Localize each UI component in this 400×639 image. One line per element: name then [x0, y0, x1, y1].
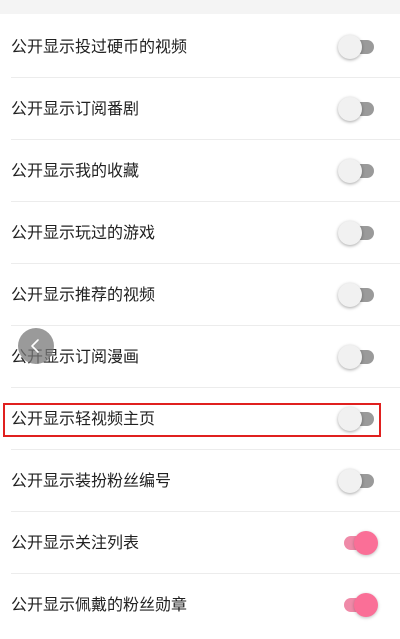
floating-back-button[interactable] [18, 328, 54, 364]
toggle-switch[interactable] [338, 95, 378, 123]
setting-row-fan-number[interactable]: 公开显示装扮粉丝编号 [0, 450, 400, 512]
chevron-left-icon [31, 339, 39, 353]
toggle-switch[interactable] [338, 467, 378, 495]
toggle-thumb [354, 593, 378, 617]
toggle-thumb [338, 283, 362, 307]
setting-label: 公开显示订阅番剧 [11, 99, 140, 118]
toggle-switch[interactable] [338, 343, 378, 371]
toggle-switch[interactable] [338, 529, 378, 557]
setting-label: 公开显示轻视频主页 [11, 409, 156, 428]
toggle-thumb [338, 345, 362, 369]
toggle-thumb [338, 407, 362, 431]
setting-row-fan-medal[interactable]: 公开显示佩戴的粉丝勋章 [0, 574, 400, 636]
toggle-switch[interactable] [338, 219, 378, 247]
toggle-thumb [338, 159, 362, 183]
toggle-thumb [338, 35, 362, 59]
toggle-switch[interactable] [338, 591, 378, 619]
setting-label: 公开显示装扮粉丝编号 [11, 471, 172, 490]
privacy-settings-page: 公开显示投过硬币的视频 公开显示订阅番剧 公开显示我的收藏 公开显示玩过的游戏 … [0, 0, 400, 639]
setting-row-manga[interactable]: 公开显示订阅漫画 [0, 326, 400, 388]
setting-label: 公开显示佩戴的粉丝勋章 [11, 595, 188, 614]
settings-card: 公开显示投过硬币的视频 公开显示订阅番剧 公开显示我的收藏 公开显示玩过的游戏 … [0, 14, 400, 639]
setting-label: 公开显示关注列表 [11, 533, 140, 552]
setting-row-games[interactable]: 公开显示玩过的游戏 [0, 202, 400, 264]
toggle-switch[interactable] [338, 281, 378, 309]
setting-row-favorites[interactable]: 公开显示我的收藏 [0, 140, 400, 202]
setting-row-bangumi[interactable]: 公开显示订阅番剧 [0, 78, 400, 140]
setting-label: 公开显示推荐的视频 [11, 285, 156, 304]
setting-row-recommended[interactable]: 公开显示推荐的视频 [0, 264, 400, 326]
toggle-switch[interactable] [338, 405, 378, 433]
setting-label: 公开显示玩过的游戏 [11, 223, 156, 242]
setting-label: 公开显示投过硬币的视频 [11, 37, 188, 56]
toggle-switch[interactable] [338, 33, 378, 61]
toggle-switch[interactable] [338, 157, 378, 185]
toggle-thumb [338, 221, 362, 245]
setting-row-light-video[interactable]: 公开显示轻视频主页 [0, 388, 400, 450]
top-divider-strip [0, 0, 400, 14]
toggle-thumb [338, 469, 362, 493]
setting-row-coins[interactable]: 公开显示投过硬币的视频 [0, 16, 400, 78]
toggle-thumb [338, 97, 362, 121]
toggle-thumb [354, 531, 378, 555]
setting-row-following[interactable]: 公开显示关注列表 [0, 512, 400, 574]
setting-label: 公开显示我的收藏 [11, 161, 140, 180]
